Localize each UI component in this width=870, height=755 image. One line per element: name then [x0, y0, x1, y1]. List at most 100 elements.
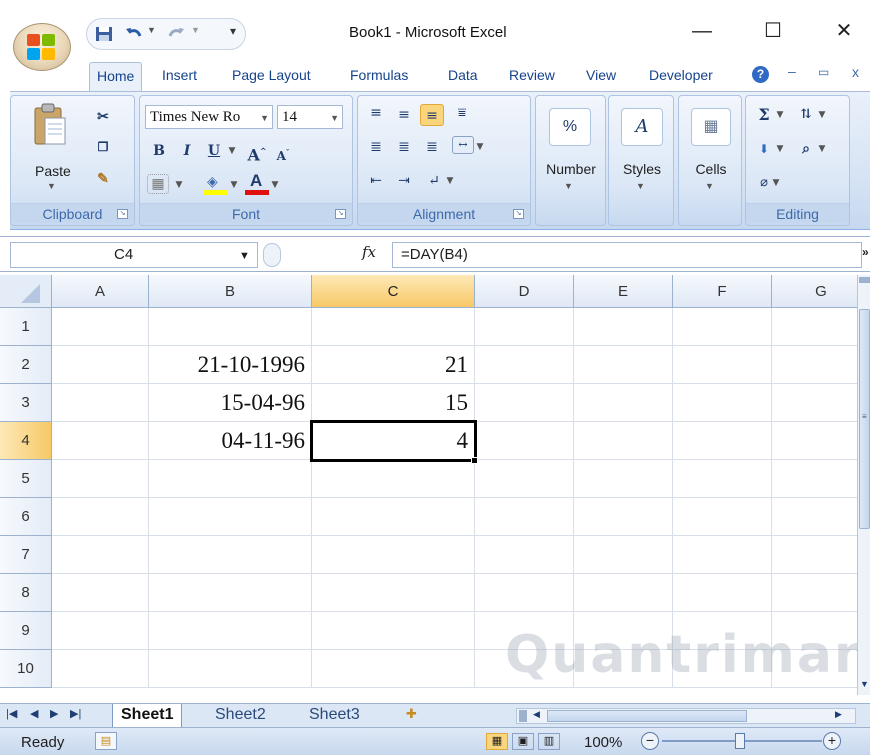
row-header-5[interactable]: 5: [0, 460, 52, 498]
tab-view[interactable]: View: [586, 67, 616, 83]
ribbon-close-icon[interactable]: x: [852, 64, 859, 80]
row-header-3[interactable]: 3: [0, 384, 52, 422]
column-header-e[interactable]: E: [574, 275, 673, 308]
empty-cell[interactable]: [574, 422, 673, 460]
horizontal-scrollbar[interactable]: ◀ ▶: [516, 708, 856, 724]
sheet-tab-sheet3[interactable]: Sheet3: [301, 704, 368, 727]
empty-cell[interactable]: [312, 308, 475, 346]
cell-c2[interactable]: 21: [312, 346, 475, 384]
empty-cell[interactable]: [52, 574, 149, 612]
empty-cell[interactable]: [574, 460, 673, 498]
number-button[interactable]: Number: [539, 161, 603, 177]
empty-cell[interactable]: [772, 574, 870, 612]
empty-cell[interactable]: [673, 536, 772, 574]
expand-formula-bar-icon[interactable]: »: [862, 245, 869, 259]
styles-button[interactable]: Styles: [611, 161, 673, 177]
ribbon-minimize-icon[interactable]: –: [788, 63, 796, 79]
empty-cell[interactable]: [52, 612, 149, 650]
find-dropdown-icon[interactable]: ▼: [816, 138, 828, 160]
italic-icon[interactable]: I: [175, 140, 199, 162]
cell-b4[interactable]: 04-11-96: [149, 422, 312, 460]
cells-dropdown-icon[interactable]: ▼: [705, 181, 714, 191]
empty-cell[interactable]: [673, 574, 772, 612]
cell-b3[interactable]: 15-04-96: [149, 384, 312, 422]
alignment-launcher-icon[interactable]: ↘: [513, 209, 524, 219]
empty-cell[interactable]: [149, 574, 312, 612]
empty-cell[interactable]: [475, 498, 574, 536]
vertical-scroll-thumb[interactable]: ≡: [859, 309, 870, 529]
empty-cell[interactable]: [149, 498, 312, 536]
cells-button[interactable]: Cells: [681, 161, 741, 177]
font-name-select[interactable]: Times New Ro ▼: [145, 105, 273, 129]
undo-icon[interactable]: [125, 26, 143, 42]
empty-cell[interactable]: [52, 460, 149, 498]
select-all-button[interactable]: [0, 275, 52, 308]
empty-cell[interactable]: [772, 308, 870, 346]
prev-sheet-icon[interactable]: ◀: [30, 707, 38, 720]
shrink-font-icon[interactable]: Aˇ: [271, 142, 295, 164]
empty-cell[interactable]: [52, 498, 149, 536]
empty-cell[interactable]: [475, 346, 574, 384]
font-color-dropdown-icon[interactable]: ▼: [269, 174, 281, 196]
empty-cell[interactable]: [574, 346, 673, 384]
help-icon[interactable]: ?: [752, 66, 769, 83]
empty-cell[interactable]: [673, 308, 772, 346]
empty-cell[interactable]: [475, 460, 574, 498]
borders-icon[interactable]: ▦: [147, 174, 169, 194]
empty-cell[interactable]: [149, 308, 312, 346]
percent-icon[interactable]: %: [549, 108, 591, 146]
tab-insert[interactable]: Insert: [162, 67, 197, 83]
customize-qat-icon[interactable]: ▾: [230, 24, 236, 38]
empty-cell[interactable]: [475, 422, 574, 460]
column-header-a[interactable]: A: [52, 275, 149, 308]
ribbon-restore-icon[interactable]: ▭: [818, 65, 829, 79]
find-select-icon[interactable]: ⌕: [794, 138, 818, 160]
column-header-d[interactable]: D: [475, 275, 574, 308]
empty-cell[interactable]: [772, 422, 870, 460]
empty-cell[interactable]: [772, 536, 870, 574]
row-header-1[interactable]: 1: [0, 308, 52, 346]
underline-icon[interactable]: U: [202, 140, 226, 162]
name-box-dropdown-icon[interactable]: ▼: [239, 244, 250, 268]
page-layout-view-icon[interactable]: ▣: [512, 733, 534, 750]
formula-bar-resize-icon[interactable]: [263, 243, 281, 267]
autosum-dropdown-icon[interactable]: ▼: [774, 104, 786, 126]
wrap-dropdown-icon[interactable]: ▼: [444, 170, 456, 192]
insert-function-icon[interactable]: fx: [362, 243, 376, 261]
zoom-level[interactable]: 100%: [584, 734, 622, 751]
middle-align-icon[interactable]: ≡: [392, 104, 416, 126]
empty-cell[interactable]: [574, 498, 673, 536]
align-center-icon[interactable]: ≣: [392, 136, 416, 158]
font-color-icon[interactable]: A: [244, 171, 270, 196]
empty-cell[interactable]: [52, 650, 149, 688]
empty-cell[interactable]: [52, 308, 149, 346]
first-sheet-icon[interactable]: |◀: [6, 707, 17, 720]
clear-dropdown-icon[interactable]: ▼: [770, 172, 782, 194]
next-sheet-icon[interactable]: ▶: [50, 707, 58, 720]
grow-font-icon[interactable]: A^: [245, 140, 269, 164]
undo-dropdown-icon[interactable]: ▼: [147, 25, 156, 35]
tab-formulas[interactable]: Formulas: [350, 67, 408, 83]
scroll-left-icon[interactable]: ◀: [533, 709, 540, 720]
row-header-2[interactable]: 2: [0, 346, 52, 384]
empty-cell[interactable]: [574, 308, 673, 346]
cut-icon[interactable]: ✂: [91, 106, 115, 128]
empty-cell[interactable]: [312, 536, 475, 574]
macro-record-icon[interactable]: ▤: [95, 732, 117, 750]
cell-b2[interactable]: 21-10-1996: [149, 346, 312, 384]
align-left-icon[interactable]: ≣: [364, 136, 388, 158]
empty-cell[interactable]: [772, 384, 870, 422]
empty-cell[interactable]: [574, 384, 673, 422]
row-header-6[interactable]: 6: [0, 498, 52, 536]
empty-cell[interactable]: [312, 460, 475, 498]
sheet-tab-sheet2[interactable]: Sheet2: [207, 704, 274, 727]
fill-color-icon[interactable]: ◈: [203, 173, 229, 195]
empty-cell[interactable]: [574, 536, 673, 574]
paste-icon[interactable]: [33, 102, 67, 148]
increase-indent-icon[interactable]: ⇥: [392, 170, 416, 192]
autosum-icon[interactable]: Σ: [752, 104, 776, 126]
scroll-down-icon[interactable]: ▼: [860, 679, 869, 689]
sheet-tab-sheet1[interactable]: Sheet1: [112, 704, 183, 727]
redo-dropdown-icon[interactable]: ▼: [191, 25, 200, 35]
fill-handle[interactable]: [471, 457, 478, 464]
